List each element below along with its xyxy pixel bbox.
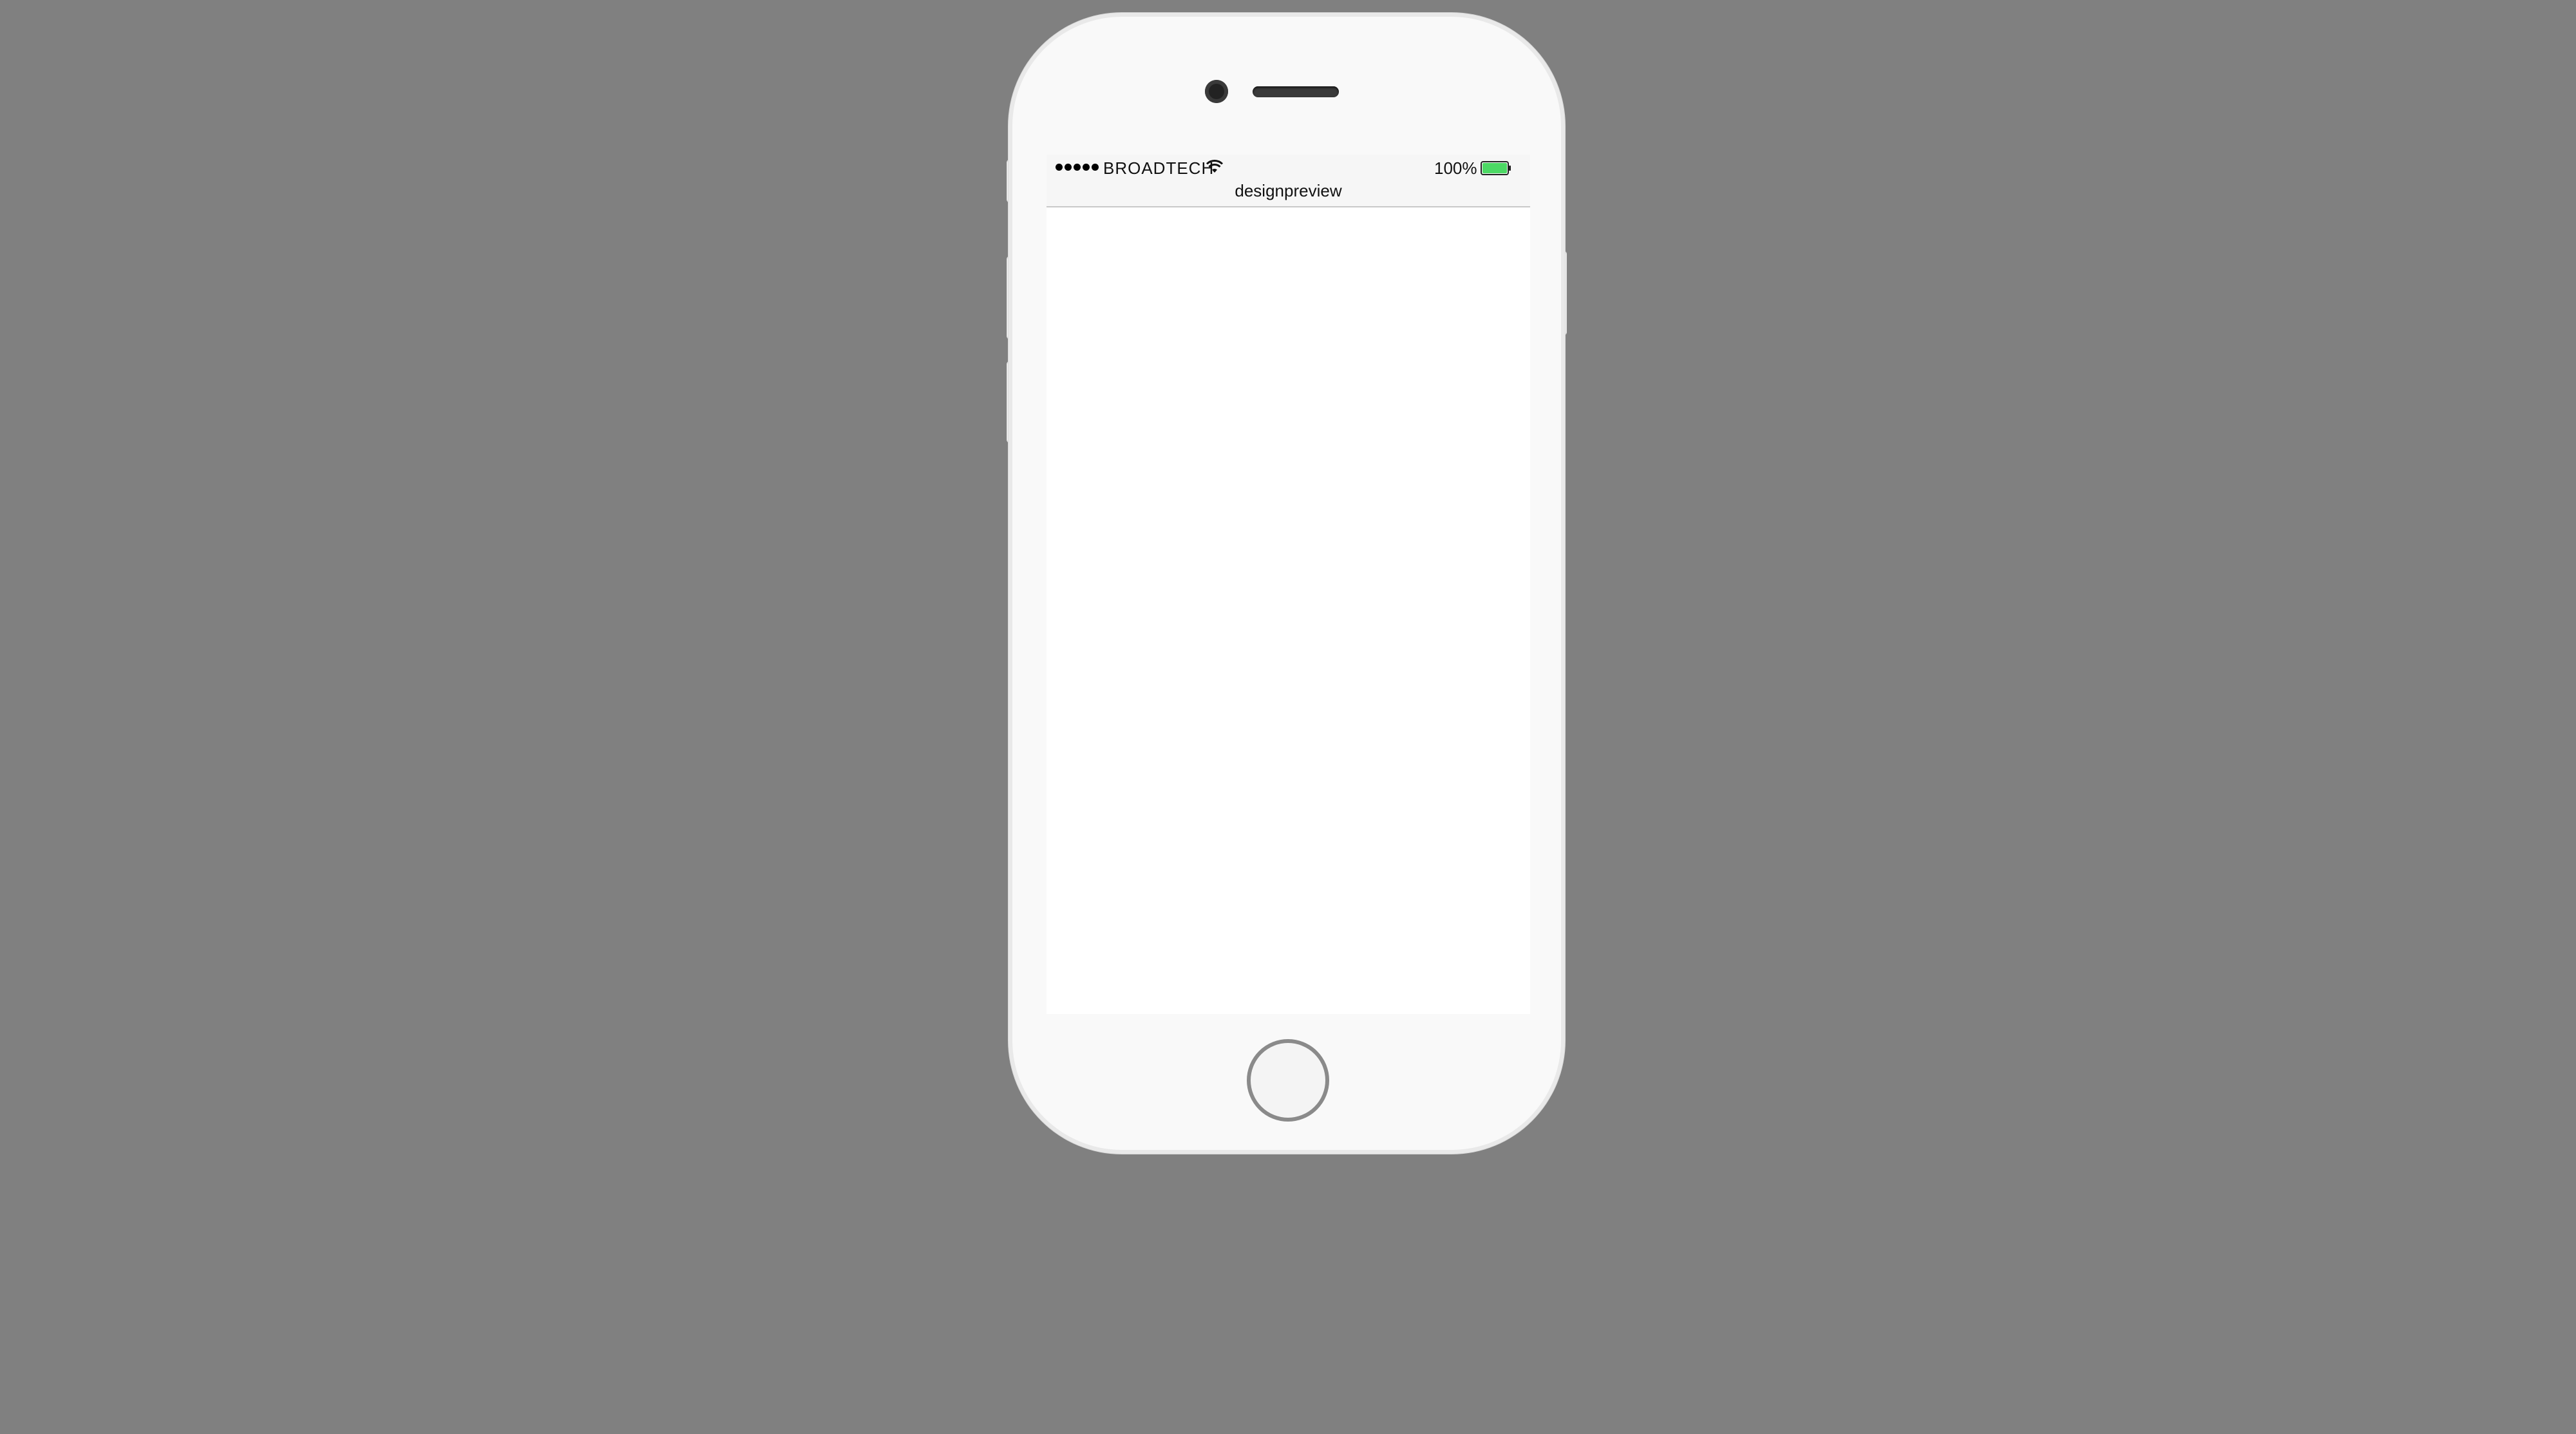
home-button[interactable] xyxy=(1247,1039,1329,1122)
phone-screen: BROADTECH 100% designpreview xyxy=(1046,155,1530,1014)
carrier-name: BROADTECH xyxy=(1103,158,1215,178)
battery-icon xyxy=(1481,161,1511,175)
app-title: designpreview xyxy=(1235,181,1342,200)
wifi-icon xyxy=(1206,160,1223,173)
status-bar: BROADTECH 100% designpreview xyxy=(1046,155,1530,207)
battery-percentage: 100% xyxy=(1434,158,1477,178)
signal-strength-icon xyxy=(1056,164,1099,171)
earpiece-speaker xyxy=(1253,86,1339,97)
front-camera xyxy=(1205,80,1228,103)
